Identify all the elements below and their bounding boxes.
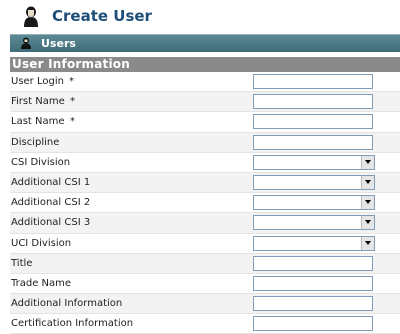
form-row: UCI Division [10,233,400,254]
section-title: User Information [12,57,130,71]
field-label: UCI Division [11,237,72,249]
field-label: First Name [11,96,65,108]
select-dropdown[interactable] [253,195,375,211]
select-dropdown[interactable] [253,235,375,251]
text-input[interactable] [253,296,373,312]
chevron-down-icon[interactable] [361,155,374,169]
form-row: First Name * [10,92,400,113]
field-label: User Login [11,76,64,87]
form-row: Title [10,253,400,274]
form-row: Additional CSI 1 [10,172,400,194]
users-tab-bar: Users [10,34,400,52]
field-label: Certification Information [11,318,134,330]
user-form: User Login * First Name * Last Name * Discipli… [10,72,400,334]
field-label: Additional CSI 2 [11,197,91,209]
chevron-down-icon[interactable] [361,236,374,250]
field-label: Discipline [11,136,60,148]
chevron-down-icon[interactable] [361,175,374,189]
field-label: CSI Division [11,156,71,168]
form-row: CSI Division [10,152,400,173]
field-label: Title [11,257,33,269]
form-row: Additional CSI 2 [10,193,400,214]
required-marker: * [70,96,75,108]
user-icon [21,37,31,49]
form-row: Additional CSI 3 [10,213,400,234]
select-dropdown[interactable] [253,215,375,231]
chevron-down-icon[interactable] [361,196,374,210]
form-row: Last Name * [10,112,400,133]
text-input[interactable] [253,275,373,291]
required-marker: * [70,116,75,128]
field-label: Trade Name [11,277,72,289]
select-dropdown[interactable] [253,154,375,170]
user-icon [24,6,38,27]
form-row: Certification Information [10,314,400,334]
form-row: User Login * [10,72,400,93]
text-input[interactable] [253,94,373,110]
field-label: Additional CSI 3 [11,217,91,229]
text-input[interactable] [253,316,373,332]
field-label: Additional CSI 1 [11,176,91,188]
required-marker: * [69,76,74,87]
text-input[interactable] [253,74,373,89]
tab-users[interactable]: Users [41,37,76,50]
text-input[interactable] [253,114,373,130]
form-row: Discipline [10,132,400,153]
form-row: Additional Information [10,294,400,315]
page-title: Create User [52,7,152,25]
text-input[interactable] [253,134,373,150]
field-label: Last Name [11,116,65,128]
select-dropdown[interactable] [253,174,375,190]
page-header: Create User [0,0,400,34]
field-label: Additional Information [11,298,123,310]
text-input[interactable] [253,255,373,271]
form-row: Trade Name [10,273,400,295]
chevron-down-icon[interactable] [361,216,374,230]
section-header: User Information [10,57,400,72]
